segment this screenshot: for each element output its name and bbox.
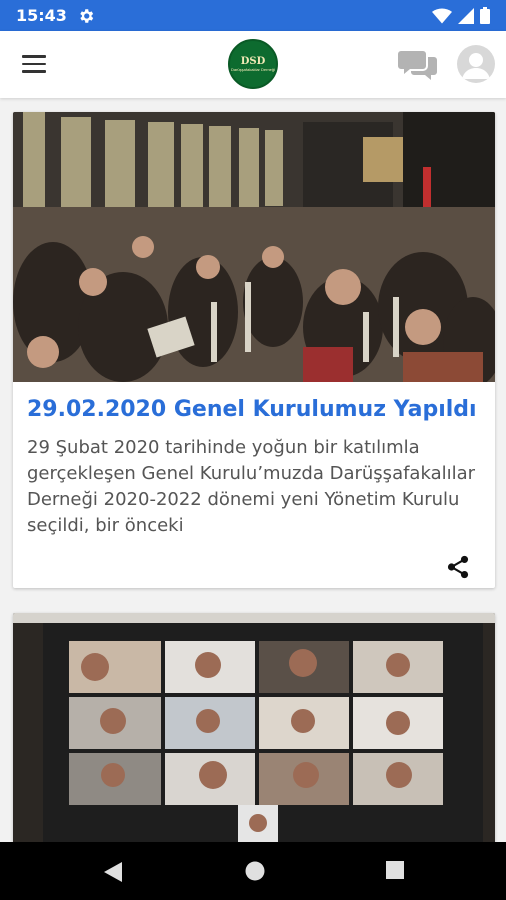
menu-button[interactable] [22, 53, 48, 75]
post-excerpt: 29 Şubat 2020 tarihinde yoğun bir katılı… [27, 437, 476, 536]
account-avatar[interactable] [457, 45, 495, 83]
settings-gear-icon [80, 8, 94, 23]
recent-apps-icon[interactable] [385, 860, 405, 880]
chat-icon[interactable] [398, 48, 438, 82]
logo-text: Darüşşafakalılar Derneği [230, 67, 276, 72]
menu-icon-line-1 [22, 55, 46, 58]
menu-icon-line-3 [22, 70, 46, 73]
cellular-signal-icon [458, 7, 474, 24]
battery-icon [480, 7, 490, 24]
menu-icon-line-2 [22, 62, 46, 66]
post-card[interactable]: 29.02.2020 Genel Kurulumuz Yapıldı 29 Şu… [13, 112, 495, 588]
association-logo[interactable]: DSD Darüşşafakalılar Derneği [228, 39, 278, 89]
status-bar: 15:43 [0, 0, 506, 31]
post-image[interactable] [13, 613, 495, 853]
logo-monogram: DSD [240, 56, 266, 67]
post-card[interactable] [13, 613, 495, 853]
wifi-icon [432, 8, 452, 23]
account-icon [462, 53, 490, 79]
system-nav-bar [0, 842, 506, 900]
back-icon[interactable] [102, 860, 124, 884]
status-time: 15:43 [16, 6, 67, 25]
post-image[interactable] [13, 112, 495, 382]
home-icon[interactable] [244, 860, 266, 882]
app-bar: DSD Darüşşafakalılar Derneği [0, 31, 506, 98]
share-icon[interactable] [445, 554, 471, 580]
post-title[interactable]: 29.02.2020 Genel Kurulumuz Yapıldı [27, 397, 487, 422]
